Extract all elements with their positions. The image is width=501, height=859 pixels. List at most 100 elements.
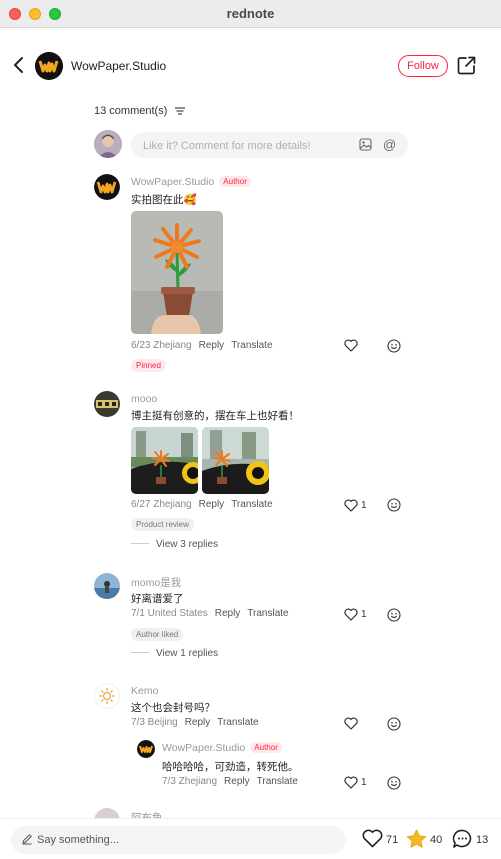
back-arrow-icon[interactable] xyxy=(12,55,26,75)
star-icon xyxy=(406,829,427,848)
window-title: rednote xyxy=(226,6,275,21)
follow-button[interactable]: Follow xyxy=(398,55,448,77)
post-like-count: 71 xyxy=(386,834,399,846)
translate-button[interactable]: Translate xyxy=(217,717,258,728)
wow-logo-icon xyxy=(137,740,155,758)
comment-username[interactable]: Kemo xyxy=(131,685,158,697)
view-replies-label: View 3 replies xyxy=(156,539,219,550)
share-icon[interactable] xyxy=(457,56,476,75)
comment-date-location: 7/1 United States xyxy=(131,608,208,619)
heart-icon xyxy=(362,829,383,848)
reply-button[interactable]: Reply xyxy=(199,340,225,351)
avatar[interactable] xyxy=(94,573,120,599)
user-avatar-icon xyxy=(94,130,122,158)
heart-icon xyxy=(344,608,358,621)
like-button[interactable] xyxy=(344,717,374,731)
divider-line xyxy=(131,543,149,544)
comment-date-location: 6/23 Zhejiang xyxy=(131,340,192,351)
comment-username[interactable]: momo是我 xyxy=(131,575,181,590)
window-titlebar: rednote xyxy=(0,0,501,28)
emoji-reaction-icon[interactable] xyxy=(387,776,401,790)
reply-text: 哈哈哈哈，可劲造，转死他。 xyxy=(162,761,299,773)
comment-image[interactable] xyxy=(131,211,223,334)
comment-count: 13 comment(s) xyxy=(94,105,168,117)
comment-image[interactable] xyxy=(131,427,198,494)
comment-text: 博主挺有创意的，摆在车上也好看！ xyxy=(131,410,299,422)
reply-avatar[interactable] xyxy=(137,740,155,758)
reply-button[interactable]: Reply xyxy=(224,776,250,787)
comment-meta: 6/27 Zhejiang Reply Translate xyxy=(131,499,273,510)
username-text: WowPaper.Studio xyxy=(131,176,215,188)
divider-line xyxy=(131,652,149,653)
view-replies-button[interactable]: View 3 replies xyxy=(131,539,218,550)
comment-username[interactable]: WowPaper.Studio Author xyxy=(131,176,251,188)
author-liked-chip: Author liked xyxy=(131,628,184,641)
emoji-reaction-icon[interactable] xyxy=(387,339,401,353)
avatar[interactable] xyxy=(94,391,120,417)
car-dashboard-photo xyxy=(131,427,198,494)
translate-button[interactable]: Translate xyxy=(257,776,298,787)
author-avatar[interactable] xyxy=(35,52,63,80)
flower-photo xyxy=(131,211,223,334)
heart-icon xyxy=(344,339,358,352)
comment-meta: 7/3 Beijing Reply Translate xyxy=(131,717,259,728)
author-name[interactable]: WowPaper.Studio xyxy=(71,59,166,73)
comment-username[interactable]: mooo xyxy=(131,393,157,405)
mention-icon[interactable]: @ xyxy=(383,137,396,152)
like-count: 1 xyxy=(361,777,367,788)
reply-meta: 7/3 Zhejiang Reply Translate xyxy=(162,776,298,787)
reply-button[interactable]: Reply xyxy=(185,717,211,728)
username-text: WowPaper.Studio xyxy=(162,742,246,754)
post-header: WowPaper.Studio Follow xyxy=(0,28,501,104)
say-something-placeholder: Say something... xyxy=(37,834,119,846)
heart-icon xyxy=(344,717,358,730)
comment-text: 这个也会封号吗？ xyxy=(131,702,215,714)
comment-input[interactable]: Like it? Comment for more details! @ xyxy=(131,132,408,158)
comment-count-bottom: 13 xyxy=(476,834,489,846)
translate-button[interactable]: Translate xyxy=(231,340,272,351)
view-replies-button[interactable]: View 1 replies xyxy=(131,648,218,659)
avatar[interactable] xyxy=(94,683,120,709)
say-something-input[interactable]: Say something... xyxy=(11,826,346,854)
reply-date-location: 7/3 Zhejiang xyxy=(162,776,218,787)
reply-button[interactable]: Reply xyxy=(199,499,225,510)
post-like-button[interactable]: 71 xyxy=(362,829,400,853)
comments-button[interactable]: 13 xyxy=(452,829,490,854)
translate-button[interactable]: Translate xyxy=(247,608,288,619)
author-tag: Author xyxy=(250,742,282,753)
like-button[interactable] xyxy=(344,339,374,353)
reply-button[interactable]: Reply xyxy=(215,608,241,619)
like-button[interactable]: 1 xyxy=(344,608,374,622)
collect-button[interactable]: 40 xyxy=(406,829,446,854)
heart-icon xyxy=(344,499,358,512)
emoji-reaction-icon[interactable] xyxy=(387,608,401,622)
translate-button[interactable]: Translate xyxy=(231,499,272,510)
comment-date-location: 7/3 Beijing xyxy=(131,717,178,728)
comment-date-location: 6/27 Zhejiang xyxy=(131,499,192,510)
like-button[interactable]: 1 xyxy=(344,776,374,790)
comment-input-placeholder: Like it? Comment for more details! xyxy=(143,140,311,152)
like-button[interactable]: 1 xyxy=(344,499,374,513)
comment-bubble-icon xyxy=(452,829,472,848)
image-icon[interactable] xyxy=(359,138,372,151)
my-avatar xyxy=(94,130,122,158)
sun-avatar-icon xyxy=(98,687,116,705)
emoji-reaction-icon[interactable] xyxy=(387,717,401,731)
wow-logo-icon xyxy=(35,52,63,80)
pinned-chip: Pinned xyxy=(131,359,166,372)
emoji-reaction-icon[interactable] xyxy=(387,498,401,512)
comment-image[interactable] xyxy=(202,427,269,494)
like-count: 1 xyxy=(361,609,367,620)
collect-count: 40 xyxy=(430,834,443,846)
heart-icon xyxy=(344,776,358,789)
reply-username[interactable]: WowPaper.Studio Author xyxy=(162,742,282,754)
view-replies-label: View 1 replies xyxy=(156,648,219,659)
comment-text: 实拍图在此🥰 xyxy=(131,194,197,206)
comment-text: 好离谱爱了 xyxy=(131,593,184,605)
author-tag: Author xyxy=(219,176,251,187)
comment-meta: 7/1 United States Reply Translate xyxy=(131,608,289,619)
pencil-icon xyxy=(22,834,32,845)
comment-meta: 6/23 Zhejiang Reply Translate xyxy=(131,340,273,351)
avatar[interactable] xyxy=(94,174,120,200)
sort-icon[interactable] xyxy=(175,107,185,115)
